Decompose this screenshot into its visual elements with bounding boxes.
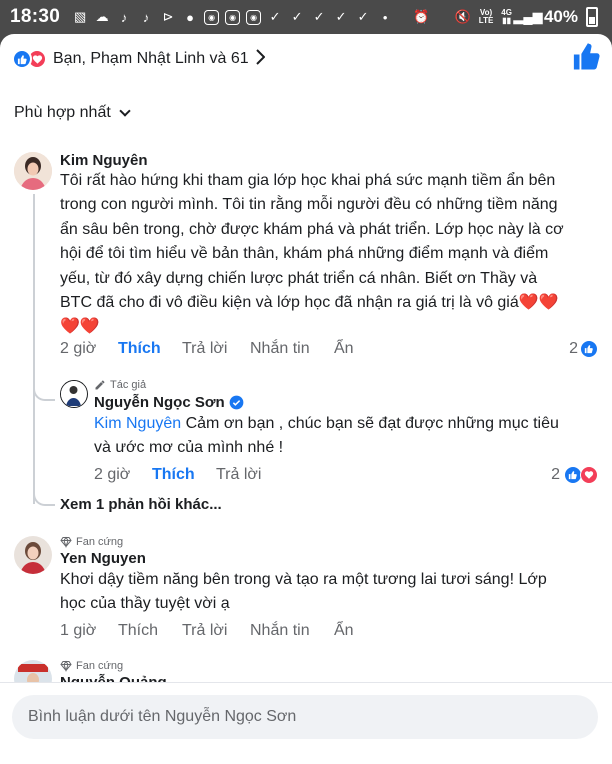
fan-badge: Fan cứng (60, 536, 123, 548)
alarm-icon: ⏰ (413, 9, 430, 24)
reaction-count[interactable]: 2 (569, 340, 598, 358)
check-icon-4: ✓ (335, 9, 347, 24)
zalo-icon: ● (186, 9, 195, 25)
view-more-replies-link[interactable]: Xem 1 phản hồi khác... (60, 496, 222, 513)
instagram-icon-3: ◉ (246, 9, 262, 25)
reply-connector (33, 379, 55, 401)
comment-input[interactable]: Bình luận dưới tên Nguyễn Ngọc Sơn (12, 695, 598, 739)
pencil-icon (95, 380, 105, 390)
comments-sheet: Bạn, Phạm Nhật Linh và 61 Phù hợp nhất K… (0, 34, 612, 764)
mute-icon: 🔇 (454, 9, 471, 24)
hide-button[interactable]: Ẩn (334, 340, 354, 358)
picture-icon: ▧ (73, 9, 87, 24)
status-time: 18:30 (10, 6, 61, 27)
reactions-summary[interactable]: Bạn, Phạm Nhật Linh và 61 (12, 44, 600, 74)
message-button[interactable]: Nhắn tin (250, 340, 334, 358)
love-icon (580, 466, 598, 484)
reply-button[interactable]: Trả lời (182, 622, 250, 640)
play-circle-icon: ⊳ (162, 9, 174, 24)
verified-icon (229, 395, 244, 410)
comment-actions: 2 giờ Thích Trả lời Nhắn tin Ẩn (60, 340, 354, 358)
signal-bars-icon: ▂▄▆ (513, 9, 543, 24)
diamond-icon (60, 660, 72, 672)
tiktok-icon-2: ♪ (142, 9, 150, 25)
comment-text: Tôi rất hào hứng khi tham gia lớp học kh… (60, 172, 564, 336)
like-thumb-icon[interactable] (572, 42, 602, 72)
diamond-icon (60, 536, 72, 548)
chevron-right-icon (255, 48, 266, 70)
comment-actions: 1 giờ Thích Trả lời Nhắn tin Ẩn (60, 622, 354, 640)
comment-time: 2 giờ (60, 340, 97, 357)
avatar[interactable] (14, 152, 52, 190)
battery-percent: 40% (543, 7, 578, 26)
reply-text: Kim Nguyên Cảm ơn bạn , chúc bạn sẽ đạt … (94, 415, 559, 457)
status-right: 🔇 Vo) LTE 4G ▮▮ ▂▄▆ 40% (455, 7, 598, 27)
status-bar: 18:30 ▧ ☁ ♪ ♪ ⊳ ● ◉ ◉ ◉ ✓ ✓ ✓ ✓ ✓ • ⏰ 🔇 … (0, 0, 612, 34)
check-icon-3: ✓ (313, 9, 325, 24)
reaction-icons (12, 49, 47, 69)
like-icon (580, 340, 598, 358)
thread-line (33, 194, 35, 504)
check-icon: ✓ (269, 9, 281, 24)
instagram-icon: ◉ (204, 9, 220, 25)
like-button[interactable]: Thích (118, 622, 182, 640)
mention-link[interactable]: Kim Nguyên (94, 415, 181, 432)
signal-4g-indicator: 4G ▮▮ (501, 8, 512, 25)
comment-author[interactable]: Yen Nguyen (60, 550, 146, 567)
hide-button[interactable]: Ẩn (334, 622, 354, 640)
comment-composer-bar: Bình luận dưới tên Nguyễn Ngọc Sơn (0, 682, 612, 764)
comment-author[interactable]: Kim Nguyên (60, 152, 148, 169)
reply-time: 2 giờ (94, 466, 131, 483)
reply-author[interactable]: Nguyễn Ngọc Sơn (94, 394, 244, 411)
comment-text: Khơi dậy tiềm năng bên trong và tạo ra m… (60, 571, 547, 613)
notification-icons: ▧ ☁ ♪ ♪ ⊳ ● ◉ ◉ ◉ ✓ ✓ ✓ ✓ ✓ • ⏰ (72, 9, 455, 25)
reaction-count[interactable]: 2 (551, 466, 598, 484)
instagram-icon-2: ◉ (225, 9, 241, 25)
message-button[interactable]: Nhắn tin (250, 622, 334, 640)
fan-badge: Fan cứng (60, 660, 123, 672)
reply-button[interactable]: Trả lời (182, 340, 250, 358)
comment-time: 1 giờ (60, 622, 97, 639)
like-icon (12, 49, 32, 69)
like-button[interactable]: Thích (152, 466, 216, 484)
chevron-down-icon (119, 105, 131, 117)
author-badge: Tác giả (94, 379, 146, 391)
volte-indicator: Vo) LTE (478, 8, 494, 25)
dot-icon: • (382, 9, 388, 25)
check-icon-5: ✓ (357, 9, 369, 24)
check-icon-2: ✓ (291, 9, 303, 24)
avatar[interactable] (14, 536, 52, 574)
like-button[interactable]: Thích (118, 340, 182, 358)
cloud-icon: ☁ (95, 9, 109, 24)
view-more-connector (33, 484, 55, 506)
avatar[interactable] (60, 380, 88, 408)
sort-dropdown[interactable]: Phù hợp nhất (14, 104, 131, 122)
reactors-text: Bạn, Phạm Nhật Linh và 61 (53, 50, 249, 67)
tiktok-icon: ♪ (120, 9, 128, 25)
sort-label: Phù hợp nhất (14, 104, 111, 121)
battery-icon (586, 7, 598, 27)
reply-actions: 2 giờ Thích Trả lời (94, 466, 261, 484)
reply-button[interactable]: Trả lời (216, 466, 261, 484)
